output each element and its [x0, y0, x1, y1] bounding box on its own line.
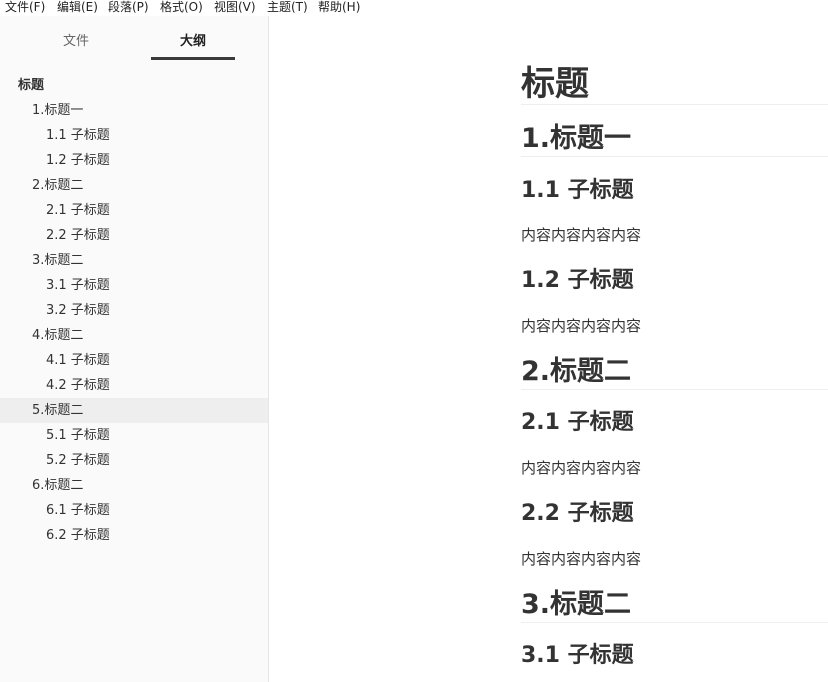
menu-bar: 文件(F) 编辑(E) 段落(P) 格式(O) 视图(V) 主题(T) 帮助(H… [0, 0, 828, 16]
outline-item-1-1[interactable]: 1.1 子标题 [0, 123, 268, 148]
outline-item-1[interactable]: 1.标题一 [0, 98, 268, 123]
editor-content[interactable]: 标题 1.标题一 1.1 子标题 内容内容内容内容 1.2 子标题 内容内容内容… [521, 16, 828, 682]
menu-view[interactable]: 视图(V) [214, 0, 256, 16]
outline-item-2[interactable]: 2.标题二 [0, 173, 268, 198]
paragraph-1-1[interactable]: 内容内容内容内容 [521, 225, 828, 245]
paragraph-1-2[interactable]: 内容内容内容内容 [521, 316, 828, 336]
outline-item-2-2[interactable]: 2.2 子标题 [0, 223, 268, 248]
outline-item-6-1[interactable]: 6.1 子标题 [0, 498, 268, 523]
heading-1[interactable]: 1.标题一 [521, 122, 828, 157]
menu-help[interactable]: 帮助(H) [318, 0, 360, 16]
menu-paragraph[interactable]: 段落(P) [108, 0, 149, 16]
outline-item-3[interactable]: 3.标题二 [0, 248, 268, 273]
heading-3[interactable]: 3.标题二 [521, 588, 828, 623]
menu-file[interactable]: 文件(F) [5, 0, 45, 16]
outline-item-5-1[interactable]: 5.1 子标题 [0, 423, 268, 448]
subheading-1-1[interactable]: 1.1 子标题 [521, 177, 828, 205]
subheading-2-2[interactable]: 2.2 子标题 [521, 500, 828, 528]
heading-2[interactable]: 2.标题二 [521, 355, 828, 390]
outline-item-6-2[interactable]: 6.2 子标题 [0, 523, 268, 548]
outline-item-3-2[interactable]: 3.2 子标题 [0, 298, 268, 323]
outline-item-1-2[interactable]: 1.2 子标题 [0, 148, 268, 173]
outline-item-4-2[interactable]: 4.2 子标题 [0, 373, 268, 398]
outline-list: 标题 1.标题一 1.1 子标题 1.2 子标题 2.标题二 2.1 子标题 2… [0, 73, 268, 548]
paragraph-2-2[interactable]: 内容内容内容内容 [521, 549, 828, 569]
outline-item-4-1[interactable]: 4.1 子标题 [0, 348, 268, 373]
tab-outline[interactable]: 大纲 [151, 30, 235, 60]
menu-format[interactable]: 格式(O) [160, 0, 203, 16]
tab-files[interactable]: 文件 [26, 30, 126, 60]
subheading-2-1[interactable]: 2.1 子标题 [521, 409, 828, 437]
outline-item-title[interactable]: 标题 [0, 73, 268, 98]
outline-item-6[interactable]: 6.标题二 [0, 473, 268, 498]
subheading-3-1[interactable]: 3.1 子标题 [521, 642, 828, 670]
outline-item-5[interactable]: 5.标题二 [0, 398, 268, 423]
sidebar: 文件 大纲 标题 1.标题一 1.1 子标题 1.2 子标题 2.标题二 2.1… [0, 16, 269, 682]
menu-edit[interactable]: 编辑(E) [57, 0, 98, 16]
outline-item-4[interactable]: 4.标题二 [0, 323, 268, 348]
paragraph-2-1[interactable]: 内容内容内容内容 [521, 458, 828, 478]
outline-item-5-2[interactable]: 5.2 子标题 [0, 448, 268, 473]
outline-item-2-1[interactable]: 2.1 子标题 [0, 198, 268, 223]
outline-item-3-1[interactable]: 3.1 子标题 [0, 273, 268, 298]
menu-theme[interactable]: 主题(T) [267, 0, 308, 16]
document-title[interactable]: 标题 [521, 64, 828, 105]
subheading-1-2[interactable]: 1.2 子标题 [521, 267, 828, 295]
tab-outline-active-indicator [151, 57, 235, 60]
